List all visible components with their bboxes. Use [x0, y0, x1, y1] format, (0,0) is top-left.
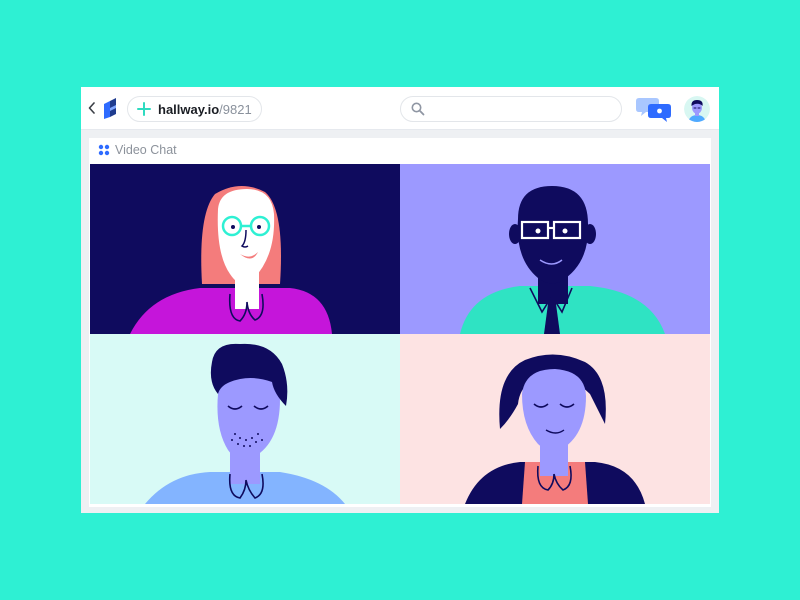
plus-icon[interactable] — [132, 97, 156, 121]
user-avatar-icon[interactable] — [684, 96, 710, 122]
search-input[interactable] — [429, 98, 621, 120]
video-tile-top-right[interactable] — [400, 164, 710, 334]
video-tile-bottom-right[interactable] — [400, 334, 710, 504]
participant-woman-glasses — [90, 164, 400, 334]
video-chat-panel: Video Chat — [89, 138, 711, 507]
back-button[interactable] — [85, 99, 99, 117]
participant-woman-bob — [400, 334, 710, 504]
chat-button[interactable] — [636, 95, 674, 123]
participant-man-quiff — [90, 334, 400, 504]
room-url: hallway.io/9821 — [158, 102, 252, 117]
search-icon — [407, 98, 429, 120]
grid-icon — [98, 144, 110, 156]
url-domain: hallway.io — [158, 101, 220, 117]
chevron-left-icon — [88, 102, 95, 114]
top-bar: hallway.io/9821 — [81, 87, 719, 130]
panel-header: Video Chat — [89, 138, 711, 162]
search-bar[interactable] — [400, 96, 622, 122]
participant-man-glasses — [400, 164, 710, 334]
video-tile-top-left[interactable] — [90, 164, 400, 334]
panel-title: Video Chat — [115, 143, 177, 157]
browser-window: hallway.io/9821 Video Chat — [81, 87, 719, 513]
room-url-pill[interactable]: hallway.io/9821 — [127, 96, 262, 122]
hallway-logo-icon[interactable] — [102, 98, 120, 119]
chat-bubbles-icon — [636, 98, 671, 122]
video-tile-bottom-left[interactable] — [90, 334, 400, 504]
url-path: /9821 — [219, 101, 252, 117]
